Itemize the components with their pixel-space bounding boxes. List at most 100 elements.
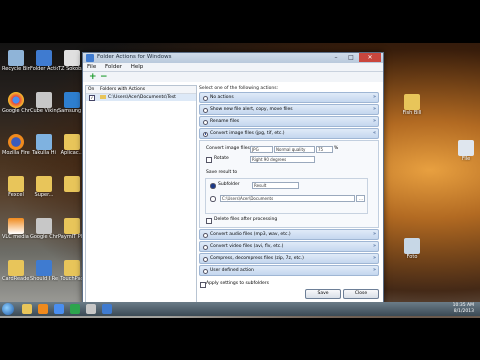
radio-icon[interactable]	[203, 119, 208, 125]
excel-icon[interactable]: Fexcel	[2, 176, 30, 198]
system-clock[interactable]: 10:35 AM 8/1/2013	[453, 303, 474, 315]
folder-enabled-checkbox[interactable]: ✓	[89, 95, 95, 101]
action-user-defined[interactable]: User defined action »	[199, 265, 379, 276]
rotate-select[interactable]: Right 90 degrees	[250, 156, 315, 163]
explorer-icon[interactable]	[22, 304, 32, 314]
subfolder-input[interactable]: Result	[252, 182, 299, 189]
maximize-button[interactable]: □	[344, 53, 358, 62]
rotate-checkbox[interactable]	[206, 157, 212, 163]
file-icon[interactable]: File	[452, 140, 480, 162]
menu-folder[interactable]: Folder	[105, 64, 122, 70]
chevron-down-icon: »	[372, 231, 376, 237]
folder-list-header: On Folders with Actions	[86, 86, 196, 94]
chevron-down-icon: »	[372, 94, 376, 100]
clock-date: 8/1/2013	[453, 309, 474, 314]
percent-sign: %	[334, 146, 339, 151]
folder-icon	[100, 95, 106, 99]
delete-files-checkbox[interactable]	[206, 218, 212, 224]
chevron-down-icon: »	[372, 118, 376, 124]
actions-header: Select one of the following actions:	[199, 86, 279, 91]
subfolder-radio[interactable]	[210, 183, 216, 189]
taskbar: 10:35 AM 8/1/2013	[0, 302, 480, 316]
chevron-down-icon: »	[372, 255, 376, 261]
action-compress[interactable]: Compress, decompress files (zip, 7z, etc…	[199, 253, 379, 264]
path-radio[interactable]	[210, 196, 216, 202]
desktop-icons-left: Recycle Bin Folder Actions TZ Sokoban Go…	[0, 50, 88, 300]
folder-list: On Folders with Actions ✓ C:\Users\Acer\…	[85, 85, 197, 303]
action-label: No actions	[210, 95, 234, 100]
firefox-icon[interactable]	[38, 304, 48, 314]
action-no-actions[interactable]: No actions »	[199, 92, 379, 103]
convert-to-label: Convert image files to	[206, 146, 256, 151]
folder-row[interactable]: ✓ C:\Users\Acer\Documents\Test	[86, 94, 196, 101]
firefox-icon[interactable]: Mozilla Firefox	[2, 134, 30, 156]
chrome-icon[interactable]	[70, 304, 80, 314]
close-window-button[interactable]: ✕	[359, 53, 381, 62]
app-icon[interactable]: Takulla Hi	[30, 134, 58, 156]
action-convert-audio[interactable]: Convert audio files (mp3, wav, etc.) »	[199, 229, 379, 240]
rotate-label: Rotate	[214, 156, 229, 161]
radio-icon[interactable]	[203, 107, 208, 113]
file-icon[interactable]: Fish Bill	[398, 94, 426, 116]
action-label: User defined action	[210, 268, 254, 273]
folder-actions-window: Folder Actions for Windows – □ ✕ File Fo…	[82, 52, 384, 306]
remove-folder-button[interactable]: −	[100, 72, 108, 82]
menu-help[interactable]: Help	[131, 64, 144, 70]
action-label: Compress, decompress files (zip, 7z, etc…	[210, 256, 304, 261]
format-select[interactable]: JPG	[250, 146, 273, 153]
action-show-alert[interactable]: Show new file alert, copy, move files »	[199, 104, 379, 115]
app-icon	[86, 54, 94, 62]
folder-actions-icon[interactable]: Folder Actions	[30, 50, 58, 72]
menu-file[interactable]: File	[87, 64, 96, 70]
save-result-label: Save result to	[206, 170, 238, 175]
ie-icon[interactable]	[54, 304, 64, 314]
chevron-down-icon: »	[372, 267, 376, 273]
desktop: Recycle Bin Folder Actions TZ Sokoban Go…	[0, 0, 480, 360]
action-label: Convert image files (jpg, tif, etc.)	[210, 131, 285, 136]
photo-icon[interactable]: Foto	[398, 238, 426, 260]
menu-bar: File Folder Help	[83, 63, 383, 72]
path-input[interactable]: C:\Users\Acer\Documents	[220, 195, 355, 202]
start-button[interactable]	[2, 303, 14, 315]
radio-icon[interactable]	[203, 268, 208, 274]
app-icon[interactable]	[86, 304, 96, 314]
radio-icon[interactable]	[203, 131, 208, 137]
col-on[interactable]: On	[88, 86, 94, 93]
action-convert-video[interactable]: Convert video files (avi, flv, etc.) »	[199, 241, 379, 252]
radio-icon[interactable]	[203, 244, 208, 250]
apply-subfolders-checkbox[interactable]	[200, 282, 206, 288]
recycle-bin-icon[interactable]: Recycle Bin	[2, 50, 30, 72]
minimize-button[interactable]: –	[329, 53, 343, 62]
chrome-icon[interactable]: Google Chrome	[2, 92, 30, 114]
remove-icon[interactable]: Should I Remove It	[30, 260, 58, 282]
action-label: Show new file alert, copy, move files	[210, 107, 293, 112]
save-result-group: Subfolder Result C:\Users\Acer\Documents…	[205, 178, 368, 214]
folder-path: C:\Users\Acer\Documents\Test	[108, 95, 176, 100]
action-label: Convert audio files (mp3, wav, etc.)	[210, 232, 291, 237]
title-bar[interactable]: Folder Actions for Windows – □ ✕	[83, 53, 383, 63]
folder-actions-task-icon[interactable]	[102, 304, 112, 314]
folder-icon[interactable]: Super...	[30, 176, 58, 198]
radio-icon[interactable]	[203, 232, 208, 238]
radio-icon[interactable]	[203, 256, 208, 262]
subfolder-label: Subfolder	[218, 182, 240, 187]
quality-percent-input[interactable]: 75	[316, 146, 333, 153]
action-label: Convert video files (avi, flv, etc.)	[210, 244, 284, 249]
cube-icon[interactable]: Cube Vikings	[30, 92, 58, 114]
actions-pane: Select one of the following actions: No …	[197, 85, 381, 303]
radio-icon[interactable]	[203, 95, 208, 101]
add-folder-button[interactable]: +	[89, 72, 97, 82]
vlc-icon[interactable]: VLC media player	[2, 218, 30, 240]
chevron-down-icon: »	[372, 243, 376, 249]
chrome-rename-icon[interactable]: Google Chrome Rename	[30, 218, 58, 240]
col-folders[interactable]: Folders with Actions	[100, 86, 145, 93]
bottom-letterbox	[0, 318, 480, 360]
cardreader-icon[interactable]: CardReade...	[2, 260, 30, 282]
action-rename[interactable]: Rename files »	[199, 116, 379, 127]
quality-select[interactable]: Normal quality	[274, 146, 315, 153]
close-button[interactable]: Close	[343, 289, 379, 299]
delete-files-label: Delete files after processing	[214, 217, 278, 222]
action-convert-images[interactable]: Convert image files (jpg, tif, etc.) «	[199, 128, 379, 139]
save-button[interactable]: Save	[305, 289, 341, 299]
browse-button[interactable]: ...	[356, 195, 365, 202]
